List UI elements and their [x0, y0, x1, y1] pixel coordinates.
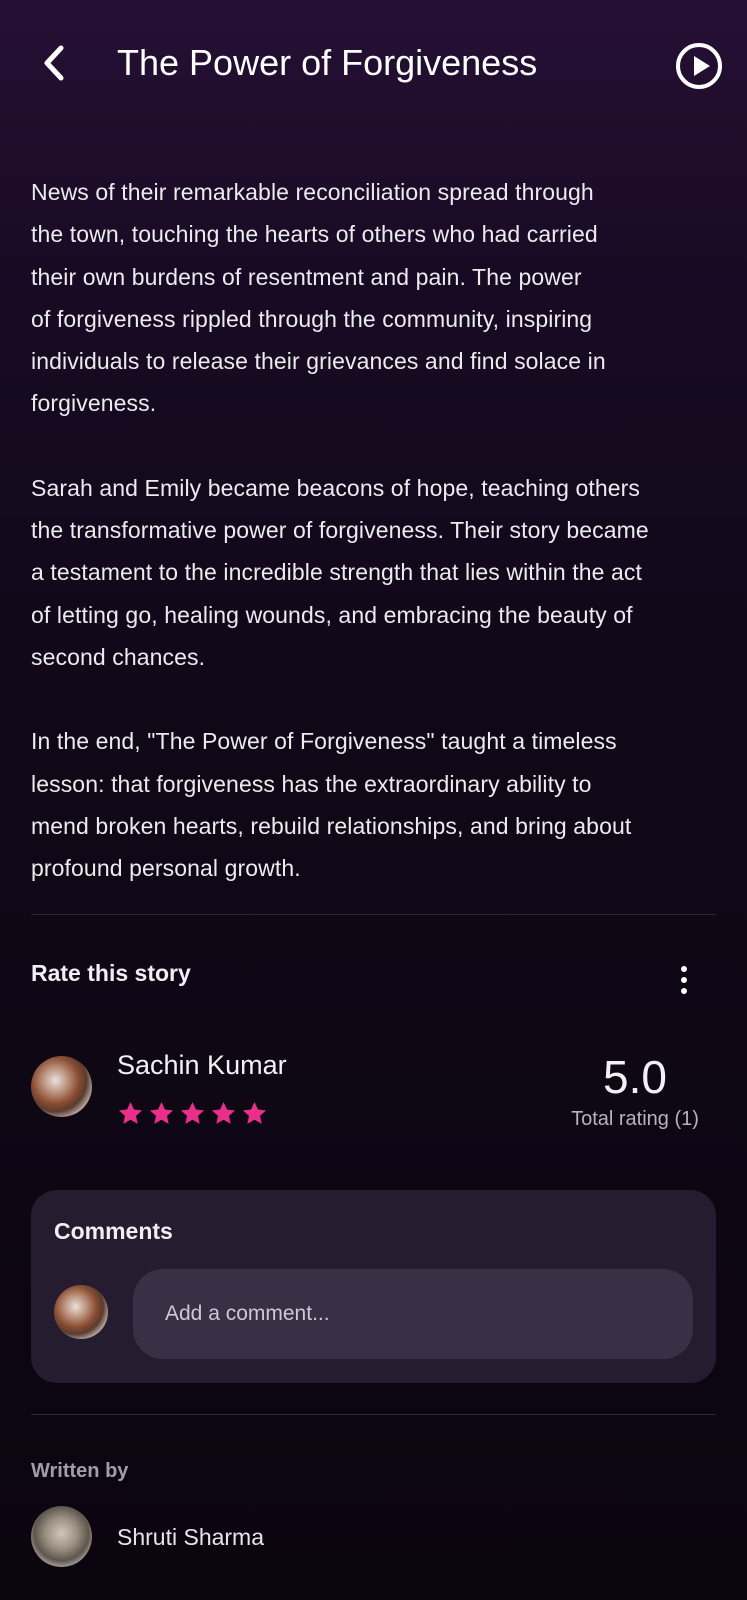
story-paragraph: Sarah and Emily became beacons of hope, … [31, 474, 649, 670]
author-name[interactable]: Shruti Sharma [117, 1524, 264, 1551]
page-title: The Power of Forgiveness [117, 42, 538, 83]
rater-avatar [31, 1056, 92, 1117]
rating-total: Total rating (1) [571, 1108, 699, 1130]
comments-title: Comments [54, 1218, 173, 1244]
star-icon[interactable] [210, 1100, 237, 1127]
written-by-label: Written by [31, 1460, 129, 1482]
story-body: News of their remarkable reconciliation … [31, 171, 721, 931]
play-circle-icon [676, 43, 722, 89]
rate-section-title: Rate this story [31, 960, 191, 986]
star-rating[interactable] [117, 1100, 268, 1127]
more-options-button[interactable] [670, 962, 698, 998]
more-vertical-icon [681, 966, 687, 972]
star-icon[interactable] [148, 1100, 175, 1127]
app-header: The Power of Forgiveness [0, 0, 747, 128]
commenter-avatar [54, 1285, 108, 1339]
story-paragraph: News of their remarkable reconciliation … [31, 179, 606, 417]
story-paragraph: In the end, "The Power of Forgiveness" t… [31, 728, 632, 882]
rating-value: 5.0 [603, 1051, 667, 1103]
star-icon[interactable] [179, 1100, 206, 1127]
comment-input[interactable] [133, 1269, 693, 1359]
play-button[interactable] [674, 41, 724, 91]
rater-name: Sachin Kumar [117, 1050, 287, 1080]
star-icon[interactable] [117, 1100, 144, 1127]
star-icon[interactable] [241, 1100, 268, 1127]
author-avatar[interactable] [31, 1506, 92, 1567]
divider [31, 914, 716, 915]
back-button[interactable] [32, 38, 76, 88]
chevron-left-icon [44, 45, 64, 81]
divider [31, 1414, 716, 1415]
